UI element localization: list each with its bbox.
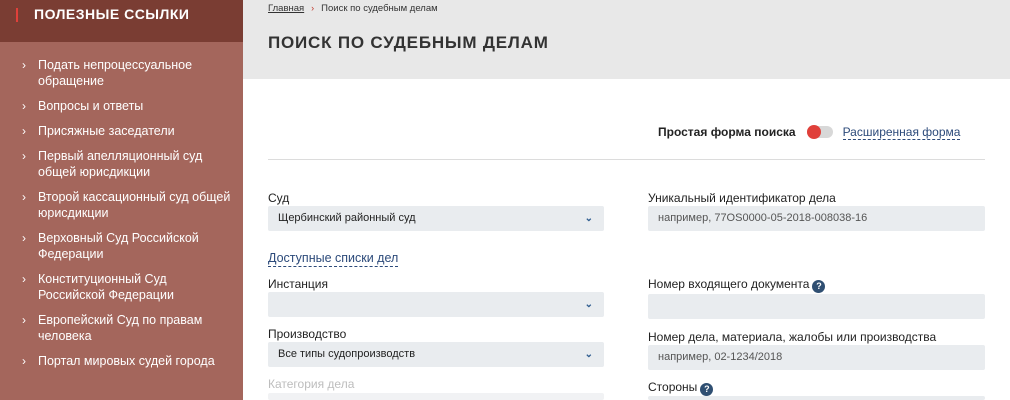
chevron-down-icon: ⌄ [584,349,593,360]
divider [268,159,985,160]
sidebar-item-constitutional-court[interactable]: › Конституционный Суд Российской Федераци… [0,271,243,303]
chevron-right-icon: › [22,354,26,368]
parties-label-text: Стороны [648,380,698,394]
proceeding-select[interactable]: Все типы судопроизводств ⌄ [268,342,604,367]
search-mode-switch[interactable] [806,125,833,139]
simple-form-label: Простая форма поиска [658,125,796,139]
sidebar-item-echr[interactable]: › Европейский Суд по правам человека [0,312,243,344]
case-number-input[interactable]: например, 02-1234/2018 [648,345,985,370]
instance-select[interactable]: ⌄ [268,292,604,317]
case-number-label: Номер дела, материала, жалобы или произв… [648,330,937,344]
sidebar-item-first-appeal-court[interactable]: › Первый апелляционный суд общей юрисдикц… [0,148,243,180]
uid-input[interactable]: например, 77OS0000-05-2018-008038-16 [648,206,985,231]
sidebar-title: ПОЛЕЗНЫЕ ССЫЛКИ [34,6,190,22]
advanced-form-link[interactable]: Расширенная форма [842,125,961,140]
sidebar-header: ПОЛЕЗНЫЕ ССЫЛКИ [0,0,243,42]
sidebar-item-label: Портал мировых судей города [38,354,215,368]
chevron-right-icon: › [22,149,26,163]
help-icon[interactable]: ? [700,383,714,396]
chevron-right-icon: › [22,272,26,286]
proceeding-label: Производство [268,327,347,341]
incoming-doc-input[interactable] [648,294,985,319]
available-lists-link[interactable]: Доступные списки дел [268,251,399,267]
sidebar-item-label: Европейский Суд по правам человека [38,313,203,343]
chevron-down-icon: ⌄ [584,213,593,224]
parties-input[interactable] [648,396,985,400]
sidebar-item-second-cassation-court[interactable]: › Второй кассационный суд общей юрисдикци… [0,189,243,221]
breadcrumb: Главная › Поиск по судебным делам [268,3,438,14]
breadcrumb-separator: › [311,3,315,13]
sidebar-item-label: Второй кассационный суд общей юрисдикции [38,190,231,220]
sidebar-item-label: Верховный Суд Российской Федерации [38,231,199,261]
court-select[interactable]: Щербинский районный суд ⌄ [268,206,604,231]
category-select[interactable] [268,393,604,400]
switch-knob [806,125,821,139]
uid-input-placeholder: например, 77OS0000-05-2018-008038-16 [658,212,868,224]
sidebar-item-jurors[interactable]: › Присяжные заседатели [0,123,243,139]
sidebar-item-label: Конституционный Суд Российской Федерации [38,272,174,302]
sidebar-item-appeal[interactable]: › Подать непроцессуальное обращение [0,57,243,89]
court-label: Суд [268,191,290,205]
sidebar-item-supreme-court[interactable]: › Верховный Суд Российской Федерации [0,230,243,262]
chevron-right-icon: › [22,231,26,245]
sidebar-item-label: Присяжные заседатели [38,124,175,138]
sidebar-links: › Подать непроцессуальное обращение › Вопр… [0,57,243,378]
sidebar-item-label: Вопросы и ответы [38,99,144,113]
court-select-value: Щербинский районный суд [278,212,416,224]
case-number-input-placeholder: например, 02-1234/2018 [658,351,783,363]
sidebar-item-label: Подать непроцессуальное обращение [38,58,193,88]
category-label: Категория дела [268,377,355,391]
breadcrumb-current: Поиск по судебным делам [321,3,438,14]
incoming-doc-label: Номер входящего документа? [648,277,826,293]
sidebar-item-magistrates-portal[interactable]: › Портал мировых судей города [0,353,243,369]
sidebar-header-accent [16,8,18,22]
chevron-right-icon: › [22,124,26,138]
parties-label: Стороны? [648,380,714,396]
sidebar: ПОЛЕЗНЫЕ ССЫЛКИ › Подать непроцессуальное… [0,0,243,400]
proceeding-select-value: Все типы судопроизводств [278,348,416,360]
sidebar-item-faq[interactable]: › Вопросы и ответы [0,98,243,114]
chevron-right-icon: › [22,58,26,72]
page-title: ПОИСК ПО СУДЕБНЫМ ДЕЛАМ [268,33,549,52]
incoming-doc-label-text: Номер входящего документа [648,277,810,291]
uid-label: Уникальный идентификатор дела [648,191,836,205]
chevron-right-icon: › [22,313,26,327]
chevron-right-icon: › [22,190,26,204]
chevron-down-icon: ⌄ [584,299,593,310]
help-icon[interactable]: ? [812,280,826,293]
search-mode-toggle: Простая форма поиска Расширенная форма [658,124,961,140]
instance-label: Инстанция [268,277,328,291]
chevron-right-icon: › [22,99,26,113]
breadcrumb-home-link[interactable]: Главная [268,3,304,14]
sidebar-item-label: Первый апелляционный суд общей юрисдикци… [38,149,203,179]
